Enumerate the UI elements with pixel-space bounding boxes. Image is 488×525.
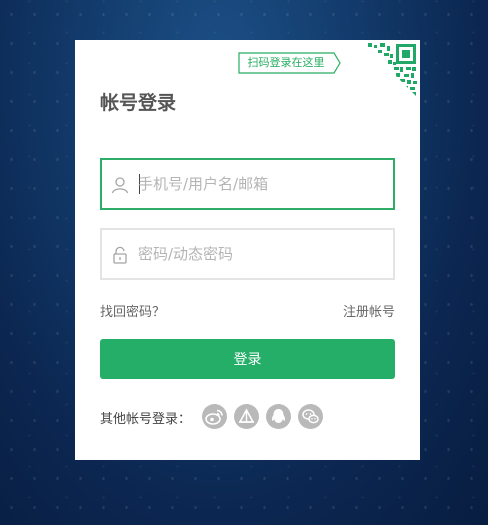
qq-icon[interactable]	[266, 404, 291, 429]
user-icon	[111, 176, 129, 198]
weibo-icon[interactable]	[202, 404, 227, 429]
social-login-label: 其他帐号登录：	[100, 412, 192, 427]
social-login-row: 其他帐号登录：	[100, 404, 400, 430]
password-input[interactable]	[138, 230, 388, 278]
login-button[interactable]: 登录	[100, 339, 395, 379]
qr-code-icon[interactable]	[360, 40, 420, 100]
forgot-password-link[interactable]: 找回密码？	[100, 301, 165, 320]
password-field[interactable]	[100, 228, 395, 280]
page-title: 帐号登录	[100, 92, 177, 114]
qr-tip-label: 扫码登录在这里	[247, 56, 325, 69]
login-card: 扫码登录在这里 帐号登录 手机号/用户名/邮箱 找回密码？ 注册帐号 登录 其他…	[75, 40, 420, 460]
register-link[interactable]: 注册帐号	[343, 301, 395, 320]
wechat-icon[interactable]	[298, 404, 323, 429]
username-field[interactable]	[100, 158, 395, 210]
lock-icon	[111, 246, 129, 268]
qr-tip-badge[interactable]: 扫码登录在这里	[238, 52, 341, 74]
baidu-icon[interactable]	[234, 404, 259, 429]
username-input[interactable]	[138, 160, 388, 208]
